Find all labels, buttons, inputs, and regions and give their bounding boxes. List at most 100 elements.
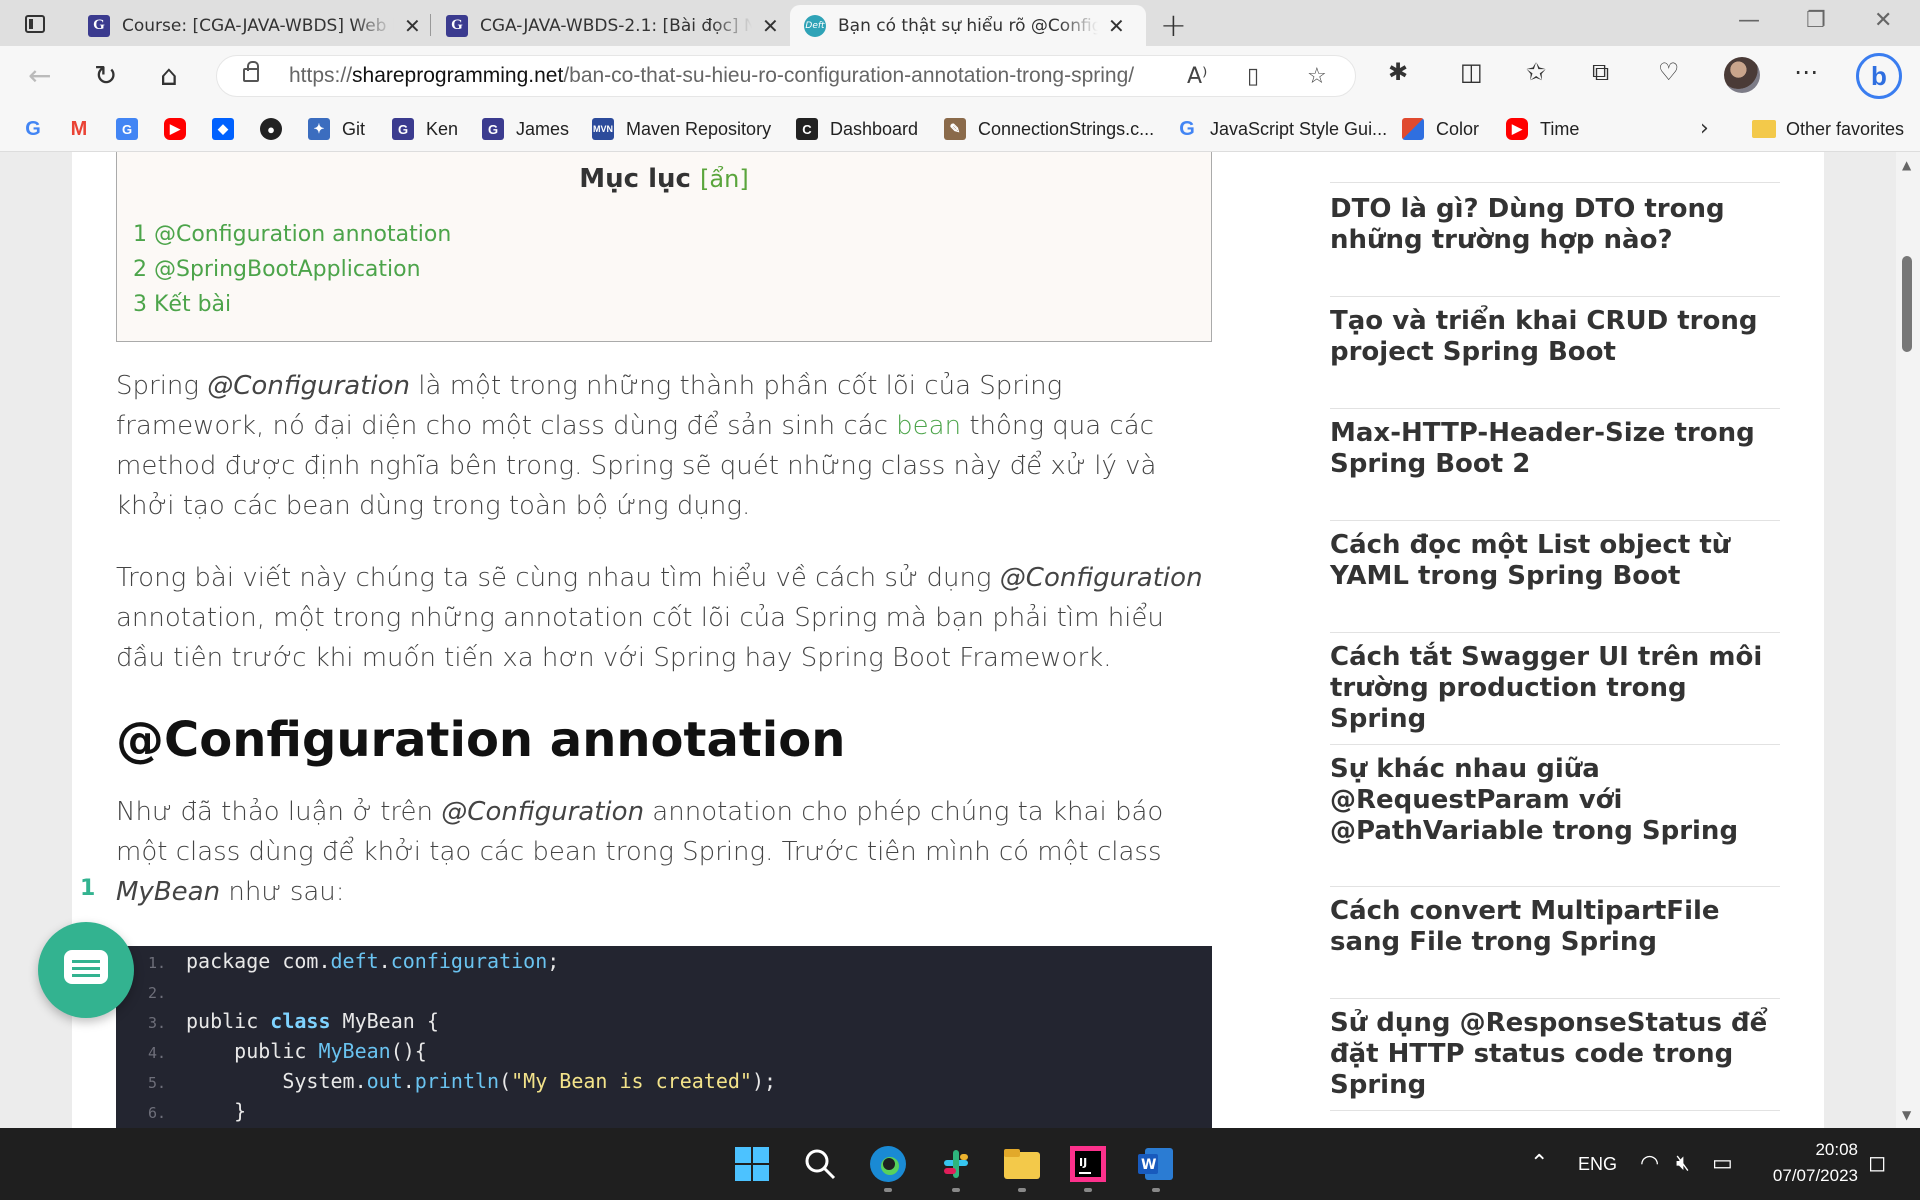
sidebar-post-link[interactable]: Cách đọc một List object từ YAML trong S… — [1330, 530, 1780, 592]
divider — [1330, 182, 1780, 183]
back-icon[interactable]: ← — [28, 60, 51, 92]
code-line: 4. public MyBean(){ — [147, 1039, 427, 1063]
tab-course[interactable]: G Course: [CGA-JAVA-WBDS] Web Data Servi… — [74, 5, 435, 46]
favorite-item[interactable]: G — [116, 116, 150, 142]
wifi-icon[interactable]: ◠ — [1640, 1150, 1659, 1176]
favorite-label: Color — [1436, 118, 1480, 139]
chat-bubble-icon[interactable] — [38, 922, 134, 1018]
favorite-time[interactable]: ▶ Time — [1506, 116, 1579, 142]
clock-date[interactable]: 07/07/2023 — [1758, 1166, 1858, 1186]
search-icon[interactable] — [798, 1142, 842, 1186]
sidebar-post-link[interactable]: Tạo và triển khai CRUD trong project Spr… — [1330, 306, 1780, 368]
tab-reading[interactable]: G CGA-JAVA-WBDS-2.1: [Bài đọc] Nguyên lý… — [432, 5, 793, 46]
favorite-dashboard[interactable]: C Dashboard — [796, 116, 918, 142]
site-favicon-icon: G — [88, 14, 110, 37]
chevron-right-icon[interactable]: › — [1700, 116, 1709, 141]
favorite-item[interactable]: M — [68, 116, 102, 142]
toc-heading: Mục lục — [579, 164, 691, 194]
sidebar-post-link[interactable]: Cách tắt Swagger UI trên môi trường prod… — [1330, 642, 1780, 735]
scrollbar-thumb[interactable] — [1902, 256, 1912, 352]
file-explorer-icon[interactable] — [1000, 1142, 1044, 1186]
minimize-icon[interactable]: — — [1738, 8, 1760, 33]
youtube-icon: ▶ — [1506, 118, 1528, 140]
favorite-color[interactable]: Color — [1402, 116, 1479, 142]
favorite-james[interactable]: G James — [482, 116, 569, 142]
favorite-js-style[interactable]: G JavaScript Style Gui... — [1176, 116, 1387, 142]
other-favorites-label: Other favorites — [1786, 118, 1905, 139]
svg-text:IJ: IJ — [1079, 1156, 1087, 1169]
toc-toggle[interactable]: [ẩn] — [700, 165, 749, 193]
slack-icon[interactable] — [934, 1142, 978, 1186]
color-icon — [1402, 118, 1424, 140]
toc-link-springbootapplication[interactable]: 2 @SpringBootApplication — [133, 257, 421, 282]
favorite-item[interactable]: ● — [260, 116, 294, 142]
sidebar-post-link[interactable]: DTO là gì? Dùng DTO trong những trường h… — [1330, 194, 1780, 256]
favorite-maven[interactable]: MVN Maven Repository — [592, 116, 771, 142]
sidebar-post-link[interactable]: Sự khác nhau giữa @RequestParam với @Pat… — [1330, 754, 1780, 847]
tab-strip: G Course: [CGA-JAVA-WBDS] Web Data Servi… — [0, 0, 1920, 46]
clock-time[interactable]: 20:08 — [1778, 1140, 1858, 1160]
lock-icon[interactable] — [243, 61, 259, 82]
vertical-scrollbar[interactable]: ▲ ▼ — [1896, 152, 1920, 1128]
toc-link-ket-bai[interactable]: 3 Kết bài — [133, 292, 231, 317]
bean-link[interactable]: bean — [896, 411, 961, 441]
address-bar[interactable]: https://shareprogramming.net/ban-co-that… — [216, 55, 1356, 97]
favorites-bar: G M G ▶ ◆ ● ✦ Git G Ken G James MVN Maven Re… — [0, 106, 1920, 152]
collections-icon[interactable]: ⧉ — [1592, 58, 1609, 86]
favorite-item[interactable]: G — [22, 116, 56, 142]
divider — [1330, 296, 1780, 297]
edge-browser-icon[interactable] — [866, 1142, 910, 1186]
close-window-icon[interactable]: ✕ — [1874, 8, 1892, 33]
volume-muted-icon[interactable]: 🔇︎ — [1676, 1150, 1690, 1176]
extensions-icon[interactable]: ✱ — [1388, 58, 1408, 86]
paragraph-overview: Trong bài viết này chúng ta sẽ cùng nhau… — [116, 563, 1203, 673]
refresh-icon[interactable]: ↻ — [94, 60, 117, 92]
tab-active-article[interactable]: Deft Bạn có thật sự hiểu rõ @Configurati… — [790, 5, 1146, 46]
windows-start-icon[interactable] — [730, 1142, 774, 1186]
browser-essentials-icon[interactable]: ♡ — [1658, 58, 1680, 86]
section-heading: @Configuration annotation — [116, 712, 846, 768]
scroll-down-icon[interactable]: ▼ — [1902, 1108, 1911, 1122]
favorite-ken[interactable]: G Ken — [392, 116, 458, 142]
home-icon[interactable]: ⌂ — [160, 60, 178, 92]
profile-avatar[interactable] — [1724, 57, 1760, 93]
other-favorites[interactable]: Other favorites — [1752, 116, 1904, 142]
favorite-label: JavaScript Style Gui... — [1210, 118, 1388, 139]
site-favicon-icon: Deft — [804, 14, 826, 37]
favorite-item[interactable]: ◆ — [212, 116, 246, 142]
restore-icon[interactable]: ❐ — [1806, 8, 1826, 33]
code-line: 6. } — [147, 1099, 247, 1123]
navigation-bar: ← ↻ ⌂ https://shareprogramming.net/ban-c… — [0, 46, 1920, 106]
tab-actions-icon[interactable] — [20, 11, 50, 37]
toc-title: Mục lục [ẩn] — [117, 164, 1211, 194]
google-icon: G — [1179, 117, 1195, 140]
bing-copilot-icon[interactable]: b — [1856, 53, 1902, 99]
scroll-up-icon[interactable]: ▲ — [1902, 158, 1911, 172]
close-tab-icon[interactable]: ✕ — [762, 14, 779, 38]
favorite-label: Dashboard — [830, 118, 919, 139]
new-tab-icon[interactable]: + — [1160, 6, 1187, 44]
notifications-icon[interactable]: ◻ — [1868, 1150, 1886, 1176]
sidebar-post-link[interactable]: Max-HTTP-Header-Size trong Spring Boot 2 — [1330, 418, 1780, 480]
split-screen-icon[interactable]: ◫ — [1460, 58, 1483, 86]
favorite-star-icon[interactable]: ☆ — [1307, 64, 1327, 89]
immersive-reader-icon[interactable]: ▯ — [1247, 64, 1259, 89]
close-tab-icon[interactable]: ✕ — [1108, 14, 1125, 38]
g-icon: G — [482, 118, 504, 140]
favorite-git[interactable]: ✦ Git — [308, 116, 365, 142]
close-tab-icon[interactable]: ✕ — [404, 14, 421, 38]
chevron-up-icon[interactable]: ⌃ — [1530, 1150, 1548, 1176]
favorite-connectionstrings[interactable]: ✎ ConnectionStrings.c... — [944, 116, 1154, 142]
intellij-icon[interactable]: IJ — [1066, 1142, 1110, 1186]
word-icon[interactable]: W — [1134, 1142, 1178, 1186]
toc-link-configuration[interactable]: 1 @Configuration annotation — [133, 222, 451, 247]
sidebar-post-link[interactable]: Sử dụng @ResponseStatus để đặt HTTP stat… — [1330, 1008, 1780, 1101]
read-aloud-icon[interactable]: A⁾ — [1187, 64, 1207, 89]
language-indicator[interactable]: ENG — [1578, 1154, 1617, 1175]
favorites-icon[interactable]: ✩ — [1526, 58, 1546, 86]
battery-icon[interactable]: ▭ — [1712, 1150, 1733, 1176]
sidebar-post-link[interactable]: Cách convert MultipartFile sang File tro… — [1330, 896, 1780, 958]
web-page: Mục lục [ẩn] 1 @Configuration annotation… — [0, 152, 1920, 1128]
favorite-item[interactable]: ▶ — [164, 116, 198, 142]
more-menu-icon[interactable]: ⋯ — [1794, 58, 1818, 86]
